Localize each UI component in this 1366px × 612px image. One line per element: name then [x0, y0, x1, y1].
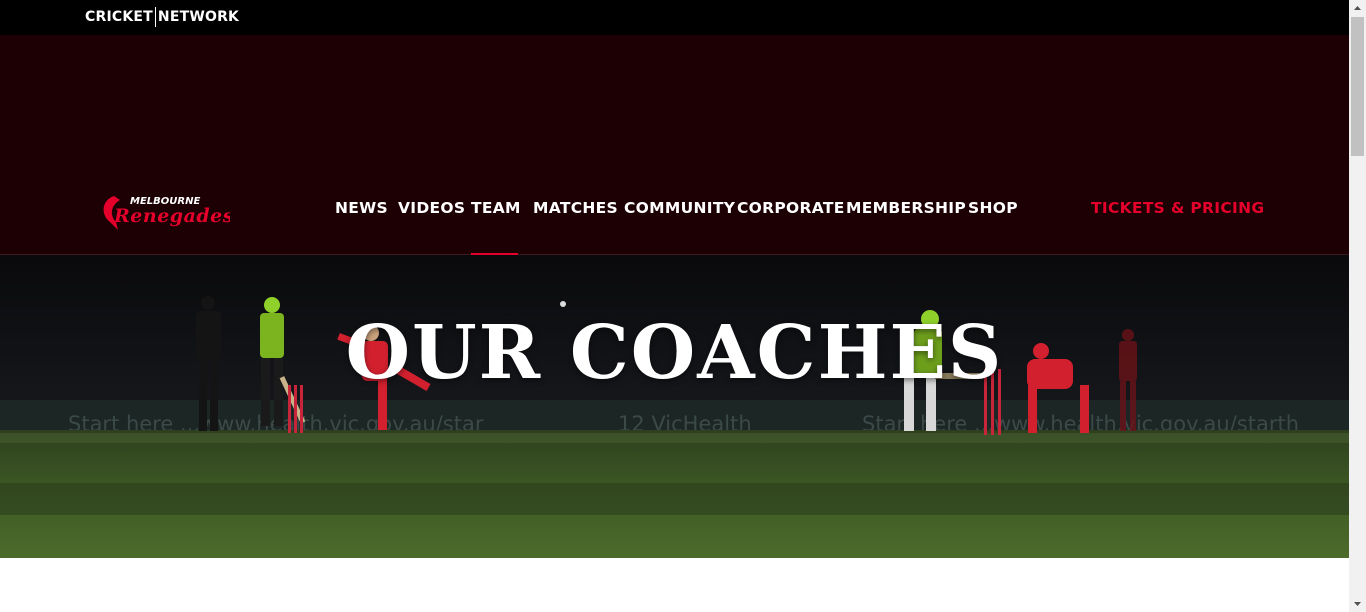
- hero-image: Start here ...www.health.vic.gov.au/star…: [0, 255, 1349, 558]
- nav-matches[interactable]: MATCHES: [533, 199, 618, 255]
- scroll-up-arrow-icon[interactable]: [1349, 0, 1366, 17]
- cricket-network-logo[interactable]: CRICKET NETWORK: [85, 7, 239, 27]
- nav-corporate[interactable]: CORPORATE: [737, 199, 845, 255]
- pitch-strip: [0, 433, 1349, 443]
- page-title: OUR COACHES: [345, 310, 1004, 396]
- page-content: [0, 558, 1349, 612]
- cricket-network-word2: NETWORK: [157, 9, 240, 25]
- cricket-ball: [560, 301, 566, 307]
- cricket-network-word1: CRICKET: [85, 9, 153, 25]
- nav-videos[interactable]: VIDEOS: [398, 199, 465, 255]
- network-bar: CRICKET NETWORK: [0, 0, 1349, 35]
- cricket-network-divider: [154, 7, 156, 27]
- nav-community[interactable]: COMMUNITY: [624, 199, 735, 255]
- site-header: MELBOURNE Renegades NEWS VIDEOS TEAM MAT…: [0, 35, 1349, 255]
- main-nav: NEWS VIDEOS TEAM MATCHES COMMUNITY CORPO…: [0, 199, 1349, 255]
- nav-tickets-pricing[interactable]: TICKETS & PRICING: [1091, 199, 1264, 255]
- nav-shop[interactable]: SHOP: [968, 199, 1018, 255]
- nav-membership[interactable]: MEMBERSHIP: [846, 199, 966, 255]
- hero-banner: Start here ...www.health.vic.gov.au/star…: [0, 255, 1349, 558]
- field-shadow: [0, 483, 1349, 515]
- nav-team[interactable]: TEAM: [471, 199, 520, 255]
- vertical-scrollbar[interactable]: [1349, 0, 1366, 612]
- scroll-down-arrow-icon[interactable]: [1349, 595, 1366, 612]
- scrollbar-thumb[interactable]: [1351, 17, 1364, 156]
- nav-news[interactable]: NEWS: [335, 199, 388, 255]
